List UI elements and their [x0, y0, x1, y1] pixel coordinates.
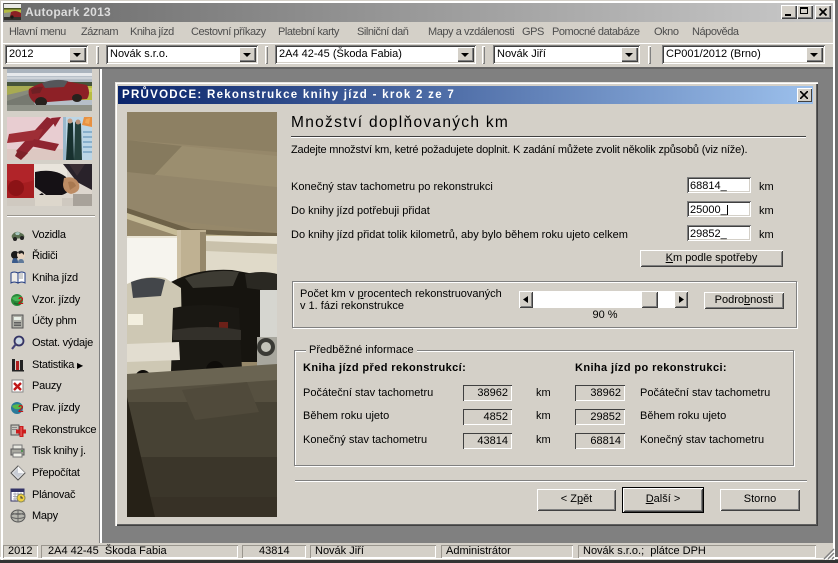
svg-text:2: 2: [18, 296, 24, 307]
svg-text:2: 2: [18, 404, 24, 415]
